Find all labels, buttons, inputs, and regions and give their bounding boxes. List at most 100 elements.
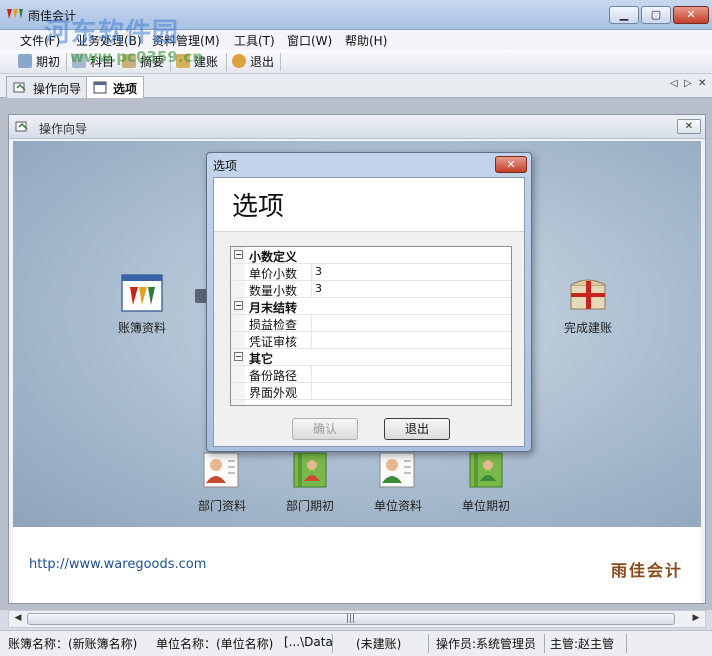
property-row-pl-check[interactable]: 损益检查 [231,315,511,332]
close-icon: ✕ [684,121,694,132]
watermark: 河东软件园 [44,18,180,48]
status-separator [332,634,333,653]
close-button[interactable]: ✕ [673,6,709,24]
property-row-backup-path[interactable]: 备份路径 [231,366,511,383]
status-book-name: 账簿名称：(新账簿名称) [8,637,138,651]
tab-guide-label: 操作向导 [33,82,82,96]
tab-guide[interactable]: 操作向导 [6,76,89,98]
status-unit-name: 单位名称：(单位名称) [156,637,274,651]
status-supervisor: 主管:赵主管 [550,637,615,651]
flow-item-unit-opening[interactable]: 单位期初 [441,451,531,514]
close-icon: ✕ [506,158,516,171]
property-divider [311,366,312,383]
tab-bar: 操作向导 选项 ◁ ▷ ✕ [0,74,712,99]
tab-scroll-left-icon[interactable]: ◁ [670,78,678,89]
menu-window[interactable]: 窗口(W) [287,32,332,49]
status-separator [428,634,429,653]
scrollbar-thumb[interactable]: ||| [27,613,675,625]
property-category-label: 其它 [249,352,274,366]
property-category-decimals[interactable]: − 小数定义 [231,247,511,264]
grip-icon: ||| [346,614,356,624]
collapse-icon[interactable]: − [234,301,243,310]
property-divider [311,281,312,298]
wizard-icon [13,82,26,93]
status-setup-state: (未建账) [356,637,402,651]
flow-item-dept-data[interactable]: 部门资料 [177,451,267,514]
property-name: 数量小数 [249,284,298,298]
property-category-label: 月末结转 [249,301,298,315]
exit-button[interactable]: 退出 [384,418,450,440]
maximize-button[interactable]: ▢ [641,6,671,24]
flow-item-dept-opening[interactable]: 部门期初 [265,451,355,514]
property-category-label: 小数定义 [249,250,298,264]
menu-help[interactable]: 帮助(H) [345,32,387,49]
toolbar-separator [226,53,227,71]
minimize-button[interactable]: ▁ [609,6,639,24]
toolbar-opening-label: 期初 [36,55,61,69]
options-dialog-close-button[interactable]: ✕ [495,156,527,173]
website-link[interactable]: http://www.waregoods.com [29,557,206,572]
property-row-price-decimals[interactable]: 单价小数 3 [231,264,511,281]
unit-data-icon [379,452,415,488]
flow-item-complete-setup-label: 完成建账 [563,321,612,335]
status-separator [626,634,627,653]
options-dialog-heading: 选项 [232,192,285,222]
options-dialog-header: 选项 [214,178,524,232]
tab-options[interactable]: 选项 [86,76,145,99]
status-data-path: [...\Data [284,635,333,649]
property-divider [311,264,312,281]
collapse-icon[interactable]: − [234,352,243,361]
toolbar-exit-label: 退出 [250,55,275,69]
flow-item-unit-data-label: 单位资料 [373,499,422,513]
property-category-month-end[interactable]: − 月末结转 [231,298,511,315]
status-bar: 账簿名称：(新账簿名称) 单位名称：(单位名称) [...\Data (未建账)… [0,630,712,656]
property-divider [311,315,312,332]
options-dialog-title: 选项 [213,159,238,173]
ok-button[interactable]: 确认 [292,418,358,440]
tab-close-icon[interactable]: ✕ [698,78,706,89]
flow-item-dept-opening-label: 部门期初 [285,499,334,513]
minimize-icon: ▁ [619,8,629,21]
close-icon: ✕ [686,8,696,21]
toolbar-separator [280,53,281,71]
property-row-voucher-audit[interactable]: 凭证审核 [231,332,511,349]
property-row-quantity-decimals[interactable]: 数量小数 3 [231,281,511,298]
property-name: 单价小数 [249,267,298,281]
tab-scroll-right-icon[interactable]: ▷ [684,78,692,89]
property-value[interactable]: 3 [315,265,322,278]
guide-window-close-button[interactable]: ✕ [677,119,701,134]
scroll-right-icon[interactable]: ▶ [689,613,703,625]
flow-item-book-data[interactable]: 账簿资料 [97,273,187,336]
flow-item-book-data-label: 账簿资料 [117,321,166,335]
brand-logo-text: 雨佳会计 [611,561,684,580]
property-name: 损益检查 [249,318,298,332]
collapse-icon[interactable]: − [234,250,243,259]
logo-icon [7,9,23,19]
toolbar-exit-button[interactable]: 退出 [232,53,274,71]
property-row-appearance[interactable]: 界面外观 [231,383,511,400]
guide-window-title: 操作向导 [39,122,88,136]
book-data-icon [121,274,163,312]
dept-data-icon [203,452,239,488]
scroll-left-icon[interactable]: ◀ [11,613,25,625]
status-separator [544,634,545,653]
property-grid: − 小数定义 单价小数 3 数量小数 3 − 月末结转 损益检查 凭证审核 − … [230,246,512,406]
options-dialog-body: 选项 − 小数定义 单价小数 3 数量小数 3 − 月末结转 损益检查 凭证审核… [213,177,525,447]
exit-icon [232,54,246,68]
options-dialog: 选项 ✕ 选项 − 小数定义 单价小数 3 数量小数 3 − 月末结转 损益检查… [206,152,532,452]
status-operator: 操作员:系统管理员 [436,637,537,651]
toolbar-separator [66,53,67,71]
flow-item-unit-data[interactable]: 单位资料 [353,451,443,514]
property-name: 界面外观 [249,386,298,400]
property-name: 备份路径 [249,369,298,383]
flow-item-complete-setup[interactable]: 完成建账 [543,273,633,336]
horizontal-scrollbar[interactable]: ◀ ||| ▶ [8,610,706,628]
guide-window-titlebar: 操作向导 ✕ [9,115,705,139]
flow-item-dept-data-label: 部门资料 [197,499,246,513]
menu-tools[interactable]: 工具(T) [234,32,275,49]
property-value[interactable]: 3 [315,282,322,295]
tab-options-label: 选项 [113,82,138,96]
toolbar-opening-button[interactable]: 期初 [18,53,60,71]
property-category-other[interactable]: − 其它 [231,349,511,366]
opening-icon [18,54,32,68]
